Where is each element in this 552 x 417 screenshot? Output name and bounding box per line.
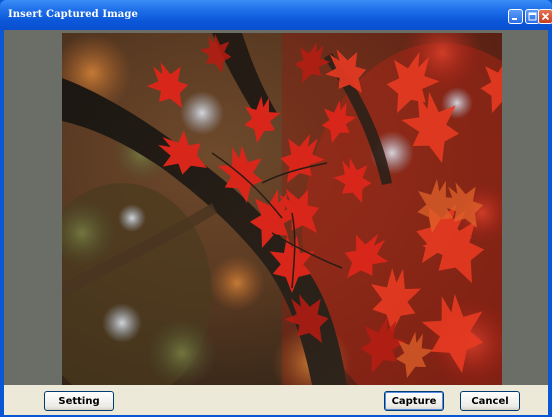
captured-image-preview — [62, 33, 502, 385]
window-title: Insert Captured Image — [8, 9, 138, 20]
minimize-icon — [512, 18, 517, 20]
maximize-icon — [528, 12, 537, 21]
maple-leaves-photo — [62, 33, 502, 385]
close-icon — [541, 12, 550, 21]
cancel-button[interactable]: Cancel — [460, 391, 520, 411]
dialog-window: Insert Captured Image Setting Capture Ca… — [0, 0, 552, 417]
button-bar: Setting Capture Cancel — [4, 385, 548, 415]
setting-button[interactable]: Setting — [44, 391, 114, 411]
title-bar[interactable]: Insert Captured Image — [0, 0, 552, 30]
client-area: Setting Capture Cancel — [4, 30, 548, 415]
capture-button[interactable]: Capture — [384, 391, 444, 411]
close-button[interactable] — [538, 9, 552, 24]
minimize-button[interactable] — [508, 9, 523, 24]
